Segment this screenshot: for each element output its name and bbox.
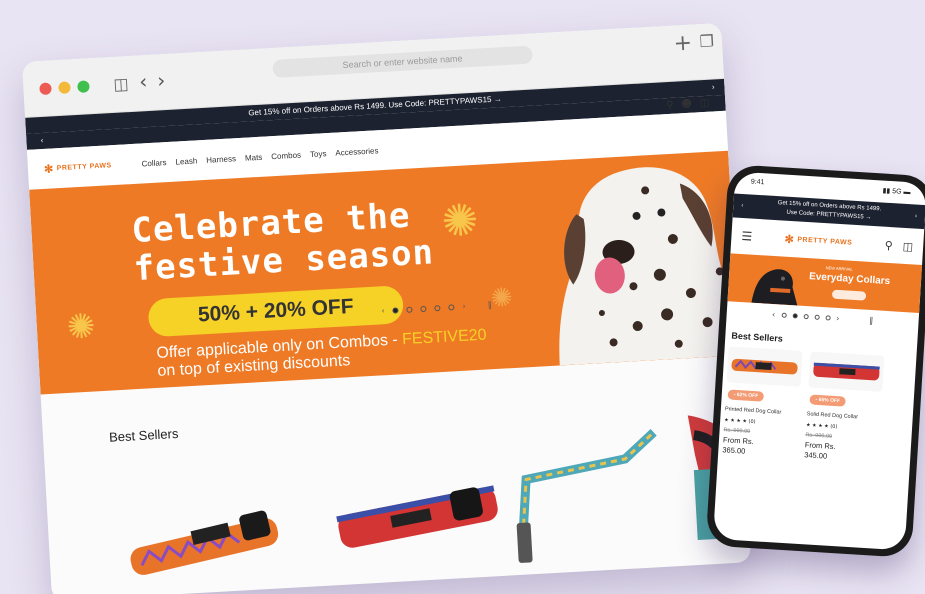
close-window-button[interactable] bbox=[39, 82, 52, 96]
offer-text: Offer applicable only on Combos - FESTIV… bbox=[156, 326, 487, 380]
sale-price: From Rs. 345.00 bbox=[803, 440, 836, 461]
maximize-window-button[interactable] bbox=[77, 80, 90, 93]
product-name[interactable]: Printed Red Dog Collar bbox=[725, 406, 799, 418]
window-controls bbox=[39, 80, 90, 96]
search-icon[interactable]: ⚲ bbox=[884, 238, 893, 251]
product-zigzag-collar[interactable] bbox=[126, 509, 282, 578]
signal-battery-icon: ▮▮ 5G ▬ bbox=[882, 187, 911, 197]
minimize-window-button[interactable] bbox=[58, 81, 71, 94]
product-name[interactable]: Solid Red Dog Collar bbox=[806, 411, 880, 423]
paw-icon: ✻ bbox=[43, 162, 55, 176]
carousel-dot[interactable] bbox=[406, 306, 413, 313]
chevron-right-icon[interactable]: › bbox=[711, 79, 715, 95]
product-card[interactable]: - 65% OFF Solid Red Dog Collar ★ ★ ★ ★ (… bbox=[804, 351, 885, 464]
chevron-left-icon[interactable]: ‹ bbox=[741, 202, 744, 211]
best-sellers-title: Best Sellers bbox=[108, 425, 179, 445]
carousel-dot[interactable] bbox=[781, 312, 787, 318]
product-red-collar[interactable] bbox=[335, 485, 501, 550]
sidebar-icon[interactable]: ◫ bbox=[113, 74, 129, 94]
discount-badge: - 62% OFF bbox=[727, 389, 765, 402]
tabs-icon[interactable]: ❐ bbox=[699, 31, 714, 51]
product-patterned-leash[interactable] bbox=[512, 429, 661, 563]
phone-screen: 9:41 ▮▮ 5G ▬ ‹ Get 15% off on Orders abo… bbox=[712, 171, 925, 551]
product-image[interactable] bbox=[808, 351, 885, 392]
phone-mockup: 9:41 ▮▮ 5G ▬ ‹ Get 15% off on Orders abo… bbox=[705, 164, 925, 558]
cart-icon[interactable]: ◫ bbox=[902, 239, 913, 253]
hero-headline: Celebrate the festive season bbox=[130, 195, 435, 290]
nav-item-collars[interactable]: Collars bbox=[141, 158, 166, 168]
carousel-dot[interactable] bbox=[814, 314, 820, 320]
cart-icon[interactable]: ◫ bbox=[700, 98, 710, 110]
nav-item-toys[interactable]: Toys bbox=[310, 149, 327, 159]
paw-icon: ✻ bbox=[784, 233, 795, 246]
chevron-left-icon[interactable]: ‹ bbox=[381, 306, 385, 315]
plus-icon[interactable]: + bbox=[673, 31, 693, 57]
nav-item-mats[interactable]: Mats bbox=[245, 152, 263, 162]
mobile-logo[interactable]: ✻ PRETTY PAWS bbox=[784, 232, 852, 249]
red-collar-image bbox=[813, 362, 880, 381]
carousel-dot[interactable] bbox=[448, 303, 455, 311]
nav-item-accessories[interactable]: Accessories bbox=[335, 146, 379, 157]
nav-item-combos[interactable]: Combos bbox=[271, 150, 301, 161]
account-icon[interactable]: ☻ bbox=[681, 99, 692, 111]
hamburger-menu-icon[interactable]: ☰ bbox=[741, 229, 753, 244]
chevron-left-icon[interactable]: ‹ bbox=[772, 310, 776, 319]
coupon-code: FESTIVE20 bbox=[401, 326, 487, 349]
address-bar[interactable]: Search or enter website name bbox=[272, 45, 533, 78]
dalmatian-image bbox=[559, 167, 740, 366]
firework-icon: ✺ bbox=[65, 306, 97, 348]
carousel-dot[interactable] bbox=[392, 306, 399, 314]
site-logo[interactable]: ✻ PRETTY PAWS bbox=[44, 159, 112, 176]
product-card[interactable]: - 62% OFF Printed Red Dog Collar ★ ★ ★ ★… bbox=[722, 346, 803, 459]
chevron-right-icon[interactable]: › bbox=[462, 302, 466, 311]
pause-icon[interactable]: ‖ bbox=[869, 316, 874, 325]
discount-pill: 50% + 20% OFF bbox=[147, 285, 405, 338]
carousel-dot[interactable] bbox=[434, 304, 441, 311]
carousel-dot[interactable] bbox=[792, 313, 798, 319]
chevron-left-icon[interactable]: ‹ bbox=[40, 136, 44, 145]
nav-item-leash[interactable]: Leash bbox=[175, 156, 197, 166]
discount-badge: - 65% OFF bbox=[809, 394, 847, 407]
carousel-dot[interactable] bbox=[420, 305, 427, 312]
rating-stars: ★ ★ ★ ★ (0) bbox=[805, 422, 838, 431]
rating-stars: ★ ★ ★ ★ (0) bbox=[724, 417, 756, 426]
chevron-right-icon[interactable]: › bbox=[157, 67, 176, 92]
carousel-dot[interactable] bbox=[803, 313, 809, 320]
firework-icon: ✺ bbox=[490, 282, 514, 315]
chevron-right-icon[interactable]: › bbox=[915, 213, 918, 222]
chevron-right-icon[interactable]: › bbox=[836, 314, 840, 323]
mobile-product-grid: - 62% OFF Printed Red Dog Collar ★ ★ ★ ★… bbox=[718, 346, 916, 467]
hero-kicker: NEW ARRIVAL bbox=[825, 265, 853, 272]
carousel-dot[interactable] bbox=[824, 315, 831, 321]
sale-price: From Rs. 365.00 bbox=[722, 435, 755, 456]
chevron-left-icon[interactable]: ‹ bbox=[139, 68, 158, 93]
shop-now-button[interactable] bbox=[831, 289, 867, 301]
nav-item-harness[interactable]: Harness bbox=[206, 154, 236, 165]
hero-banner[interactable]: ✺ ✺ ✺ Celebrate the festive season 50% +… bbox=[29, 150, 740, 395]
mobile-hero-title: Everyday Collars bbox=[808, 271, 891, 288]
black-dog-image bbox=[751, 269, 798, 306]
product-image[interactable] bbox=[726, 346, 803, 387]
zigzag-collar-image bbox=[731, 358, 798, 375]
firework-icon: ✺ bbox=[440, 194, 480, 248]
main-nav: Collars Leash Harness Mats Combos Toys A… bbox=[141, 146, 378, 168]
browser-window: ◫ ‹› Search or enter website name + ❐ Ge… bbox=[22, 22, 752, 594]
best-sellers-products bbox=[126, 415, 737, 578]
search-icon[interactable]: ⚲ bbox=[666, 100, 674, 111]
pause-icon[interactable]: ‖ bbox=[487, 300, 491, 309]
